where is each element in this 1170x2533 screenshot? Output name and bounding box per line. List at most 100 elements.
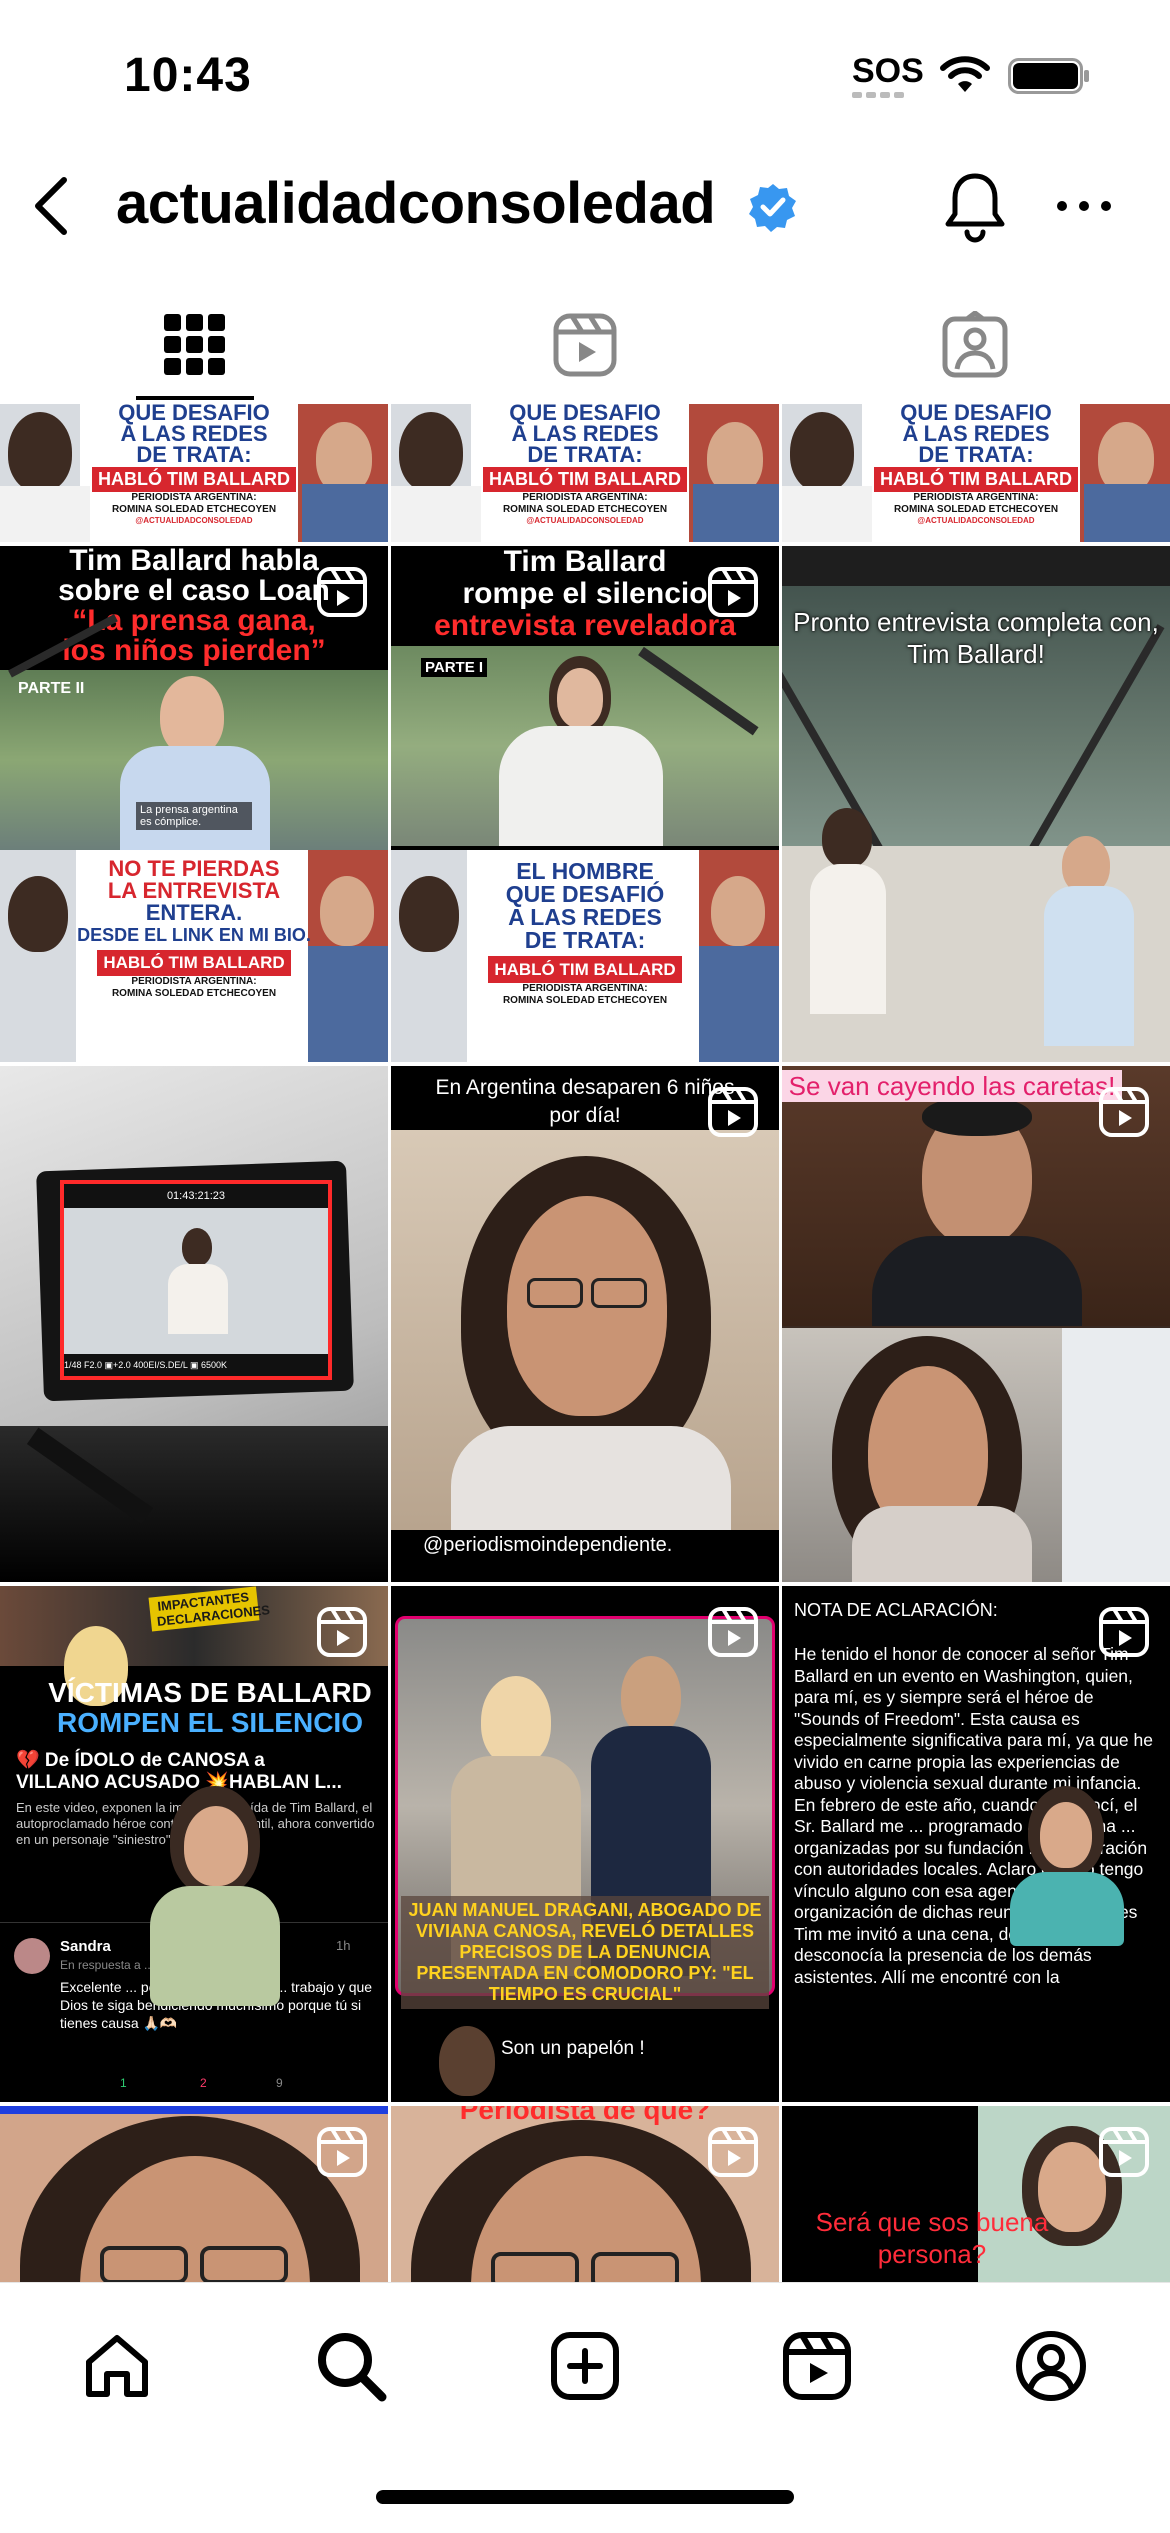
banner-text: DESDE EL LINK EN MI BIO. [77, 925, 311, 945]
banner-sub: PERIODISTA ARGENTINA: [131, 492, 257, 503]
banner-tag: HABLÓ TIM BALLARD [488, 956, 682, 983]
reel-indicator-icon [317, 2127, 367, 2177]
camera-settings: 1/48 F2.0 ▣+2.0 400EI/S.DE/L ▣ 6500K [64, 1354, 328, 1376]
post-tile-reel[interactable]: Se van cayendo las caretas! [782, 1066, 1170, 1582]
banner-text: A LAS REDES [120, 421, 268, 446]
like-count: 2 [200, 2076, 207, 2090]
post-tile-reel[interactable]: NOTA DE ACLARACIÓN: He tenido el honor d… [782, 1586, 1170, 2102]
part-label: PARTE I [421, 658, 488, 677]
reel-indicator-icon [708, 2127, 758, 2177]
grid-icon [164, 314, 225, 375]
status-bar: 10:43 SOS [0, 0, 1170, 150]
post-tile-reel[interactable]: JUAN MANUEL DRAGANI, ABOGADO DE VIVIANA … [391, 1586, 779, 2102]
banner-sub: ROMINA SOLEDAD ETCHECOYEN [111, 504, 277, 515]
banner-sub: PERIODISTA ARGENTINA: [522, 983, 648, 994]
comment-user: Sandra [60, 1938, 111, 1955]
banner-handle: @ACTUALIDADCONSOLEDAD [526, 516, 644, 525]
banner-tag: HABLÓ TIM BALLARD [874, 467, 1078, 492]
reel-indicator-icon [708, 567, 758, 617]
post-handle: @periodismoindependiente. [423, 1534, 673, 1556]
reel-indicator-icon [708, 1087, 758, 1137]
post-tile[interactable]: QUE DESAFIO A LAS REDES DE TRATA: HABLÓ … [782, 404, 1170, 542]
post-tile[interactable]: QUE DESAFIO A LAS REDES DE TRATA: HABLÓ … [391, 404, 779, 542]
banner-sub: ROMINA SOLEDAD ETCHECOYEN [502, 504, 668, 515]
signal-dots [852, 92, 912, 100]
banner-text: DE TRATA: [527, 442, 643, 467]
banner-tag: HABLÓ TIM BALLARD [483, 467, 687, 492]
part-label: PARTE II [18, 680, 85, 697]
more-options-icon[interactable] [1056, 196, 1112, 216]
reel-indicator-icon [317, 567, 367, 617]
subtitle: La prensa argentina [140, 804, 238, 816]
banner-text: A LAS REDES [511, 421, 659, 446]
battery-icon [1008, 58, 1089, 94]
reel-indicator-icon [1099, 1087, 1149, 1137]
banner-text: EL HOMBRE [516, 858, 654, 884]
view-count: 9 [276, 2076, 283, 2090]
banner-sub: PERIODISTA ARGENTINA: [131, 976, 257, 987]
tab-tagged[interactable] [780, 290, 1170, 400]
nav-reels[interactable] [772, 2321, 862, 2411]
post-tile-reel[interactable]: Tim Ballard habla sobre el caso Loan “La… [0, 546, 388, 1062]
banner-sub: PERIODISTA ARGENTINA: [522, 492, 648, 503]
home-indicator[interactable] [376, 2490, 794, 2504]
repost-count: 1 [120, 2076, 127, 2090]
nav-profile[interactable] [1006, 2321, 1096, 2411]
post-tile-reel[interactable]: Periodista de qué? [391, 2106, 779, 2282]
banner-sub: ROMINA SOLEDAD ETCHECOYEN [111, 988, 277, 999]
profile-icon [1016, 2331, 1086, 2401]
post-tile-reel[interactable]: En Argentina desaparen 6 niños por día! … [391, 1066, 779, 1582]
post-line: 💔 De ÍDOLO de CANOSA a [16, 1750, 265, 1771]
reel-indicator-icon [708, 1607, 758, 1657]
banner-text: DE TRATA: [136, 442, 252, 467]
search-icon [318, 2333, 387, 2402]
banner-text: QUE DESAFIÓ [505, 881, 665, 907]
post-tile-reel[interactable]: Será que sos buena persona? [782, 2106, 1170, 2282]
posts-grid: QUE DESAFIO A LAS REDES DE TRATA: HABLÓ … [0, 404, 1170, 2282]
banner-sub: PERIODISTA ARGENTINA: [913, 492, 1039, 503]
post-title: VÍCTIMAS DE BALLARD [48, 1677, 372, 1708]
banner-text: A LAS REDES [902, 421, 1050, 446]
nav-create[interactable] [540, 2321, 630, 2411]
comment-time: 1h [336, 1938, 351, 1953]
tab-reels[interactable] [390, 290, 780, 400]
sos-indicator: SOS [852, 52, 924, 90]
banner-handle: @ACTUALIDADCONSOLEDAD [917, 516, 1035, 525]
profile-username: actualidadconsoledad [116, 171, 716, 236]
post-tile-reel[interactable]: Tim Ballard rompe el silencio entrevista… [391, 546, 779, 1062]
reel-indicator-icon [317, 1607, 367, 1657]
reels-icon [783, 2332, 851, 2400]
note-title: NOTA DE ACLARACIÓN: [794, 1600, 998, 1620]
banner-handle: @ACTUALIDADCONSOLEDAD [135, 516, 253, 525]
nav-home[interactable] [72, 2321, 162, 2411]
reel-indicator-icon [1099, 2127, 1149, 2177]
create-icon [551, 2332, 619, 2400]
banner-text: NO TE PIERDAS [108, 856, 280, 881]
post-tile-reel[interactable] [0, 2106, 388, 2282]
post-caption: Será que sos buena persona? [815, 2207, 1049, 2269]
back-button[interactable] [20, 170, 80, 240]
banner-tag: HABLÓ TIM BALLARD [97, 950, 291, 976]
banner-text: ENTERA. [145, 900, 243, 925]
post-tile[interactable]: Pronto entrevista completa con, Tim Ball… [782, 546, 1170, 1062]
banner-tag: HABLÓ TIM BALLARD [92, 467, 296, 492]
post-tile[interactable]: 01:43:21:23 1/48 F2.0 ▣+2.0 400EI/S.DE/L… [0, 1066, 388, 1582]
subtitle: es cómplice. [140, 816, 202, 828]
post-tile[interactable]: QUE DESAFIO A LAS REDES DE TRATA: HABLÓ … [0, 404, 388, 542]
notifications-bell-icon[interactable] [940, 170, 1010, 244]
wifi-icon [940, 56, 990, 92]
post-caption: JUAN MANUEL DRAGANI, ABOGADO DE VIVIANA … [401, 1896, 769, 2009]
home-icon [86, 2335, 148, 2397]
post-title: ROMPEN EL SILENCIO [57, 1707, 363, 1738]
post-tile-reel[interactable]: IMPACTANTES DECLARACIONES VÍCTIMAS DE BA… [0, 1586, 388, 2102]
status-time: 10:43 [124, 49, 252, 102]
tagged-icon [942, 311, 1008, 378]
reels-icon [553, 313, 617, 377]
banner-sub: ROMINA SOLEDAD ETCHECOYEN [893, 504, 1059, 515]
tab-posts[interactable] [0, 290, 390, 400]
post-caption: Pronto entrevista completa con, Tim Ball… [793, 607, 1159, 669]
camera-timecode: 01:43:21:23 [64, 1184, 328, 1208]
nav-search[interactable] [306, 2321, 396, 2411]
verified-badge-icon [749, 184, 796, 232]
banner-text: A LAS REDES [508, 904, 662, 930]
